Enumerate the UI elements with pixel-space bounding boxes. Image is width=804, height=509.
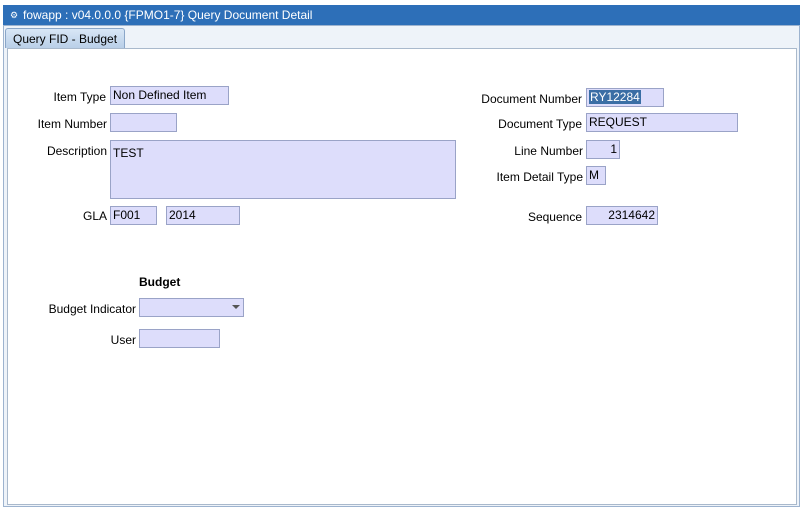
- sequence-field[interactable]: 2314642: [586, 206, 658, 225]
- app-icon: ⚙: [9, 10, 19, 20]
- chevron-down-icon[interactable]: [232, 305, 240, 309]
- item-type-field[interactable]: Non Defined Item: [110, 86, 229, 105]
- item-number-field[interactable]: [110, 113, 177, 132]
- budget-heading: Budget: [139, 275, 181, 289]
- window-title: fowapp : v04.0.0.0 {FPMO1-7} Query Docum…: [23, 8, 313, 22]
- user-field[interactable]: [139, 329, 220, 348]
- tab-query-fid-budget[interactable]: Query FID - Budget: [5, 28, 126, 48]
- description-label: Description: [46, 144, 107, 158]
- line-number-field[interactable]: 1: [586, 140, 620, 159]
- document-number-field[interactable]: RY12284: [586, 88, 664, 107]
- document-number-label: Document Number: [481, 92, 582, 106]
- gla-year-field[interactable]: 2014: [166, 206, 240, 225]
- gla-label: GLA: [82, 209, 107, 223]
- gla-fund-field[interactable]: F001: [110, 206, 157, 225]
- line-number-label: Line Number: [514, 144, 583, 158]
- item-type-label: Item Type: [53, 90, 106, 104]
- window-titlebar: ⚙ fowapp : v04.0.0.0 {FPMO1-7} Query Doc…: [3, 5, 800, 25]
- user-label: User: [110, 333, 136, 347]
- budget-indicator-select[interactable]: [139, 298, 244, 317]
- item-number-label: Item Number: [37, 117, 107, 131]
- description-field[interactable]: TEST: [110, 140, 456, 199]
- item-detail-type-field[interactable]: M: [586, 166, 606, 185]
- sequence-label: Sequence: [527, 210, 582, 224]
- document-number-value: RY12284: [589, 90, 641, 104]
- budget-indicator-label: Budget Indicator: [48, 302, 136, 316]
- item-detail-type-label: Item Detail Type: [496, 170, 583, 184]
- document-type-field[interactable]: REQUEST: [586, 113, 738, 132]
- document-type-label: Document Type: [498, 117, 582, 131]
